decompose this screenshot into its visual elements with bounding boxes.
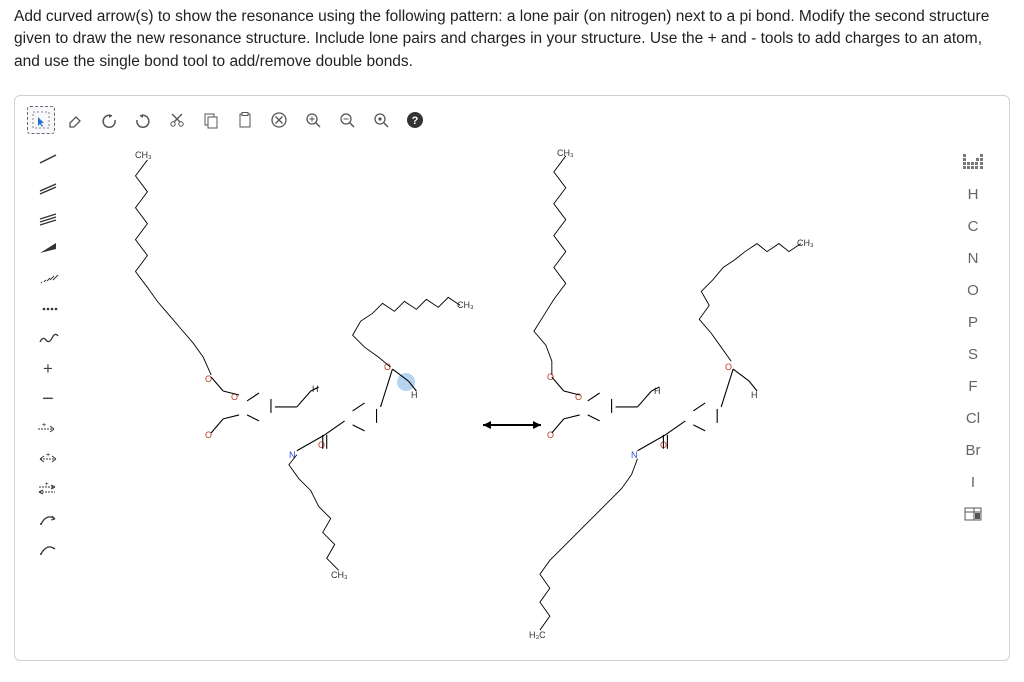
element-f[interactable]: F — [957, 370, 989, 402]
push-arrow-tool-2[interactable]: + — [33, 446, 63, 472]
structure-editor: ? + − + + + H C N O P S F Cl Br I — [14, 95, 1010, 661]
help-button[interactable]: ? — [401, 106, 429, 134]
svg-text:+: + — [45, 482, 49, 488]
redo-button[interactable] — [129, 106, 157, 134]
svg-text:+: + — [46, 452, 50, 459]
lone-pair-tool[interactable] — [33, 296, 63, 322]
wedge-down-tool[interactable] — [33, 266, 63, 292]
instructions-text: Add curved arrow(s) to show the resonanc… — [0, 0, 1024, 87]
curved-arrow-tool-1[interactable] — [33, 506, 63, 532]
element-i[interactable]: I — [957, 466, 989, 498]
paste-button[interactable] — [231, 106, 259, 134]
element-br[interactable]: Br — [957, 434, 989, 466]
charge-plus-tool[interactable]: + — [33, 356, 63, 382]
eraser-tool[interactable] — [61, 106, 89, 134]
move-tool[interactable] — [27, 106, 55, 134]
element-o[interactable]: O — [957, 274, 989, 306]
drawing-canvas[interactable]: CH₃ CH₃ CH₃ H H O O O O O N CH₃ CH₃ H₃C … — [79, 140, 945, 648]
element-c[interactable]: C — [957, 210, 989, 242]
svg-text:+: + — [42, 422, 46, 429]
top-toolbar: ? — [27, 106, 997, 142]
periodic-table-button[interactable] — [957, 146, 989, 178]
bond-toolbar: + − + + + — [33, 146, 67, 562]
curved-arrow-tool-2[interactable] — [33, 536, 63, 562]
charge-minus-tool[interactable]: − — [33, 386, 63, 412]
undo-button[interactable] — [95, 106, 123, 134]
wedge-up-tool[interactable] — [33, 236, 63, 262]
molecule-svg — [79, 140, 945, 648]
more-elements-button[interactable] — [957, 498, 989, 530]
double-bond-tool[interactable] — [33, 176, 63, 202]
push-arrow-tool-3[interactable]: + — [33, 476, 63, 502]
copy-button[interactable] — [197, 106, 225, 134]
element-n[interactable]: N — [957, 242, 989, 274]
zoom-fit-button[interactable] — [367, 106, 395, 134]
cut-button[interactable] — [163, 106, 191, 134]
element-h[interactable]: H — [957, 178, 989, 210]
element-toolbar: H C N O P S F Cl Br I — [957, 146, 991, 530]
push-arrow-tool-1[interactable]: + — [33, 416, 63, 442]
clear-button[interactable] — [265, 106, 293, 134]
triple-bond-tool[interactable] — [33, 206, 63, 232]
single-bond-tool[interactable] — [33, 146, 63, 172]
element-s[interactable]: S — [957, 338, 989, 370]
zoom-out-button[interactable] — [333, 106, 361, 134]
svg-text:?: ? — [412, 115, 419, 127]
element-cl[interactable]: Cl — [957, 402, 989, 434]
zoom-in-button[interactable] — [299, 106, 327, 134]
element-p[interactable]: P — [957, 306, 989, 338]
wavy-bond-tool[interactable] — [33, 326, 63, 352]
